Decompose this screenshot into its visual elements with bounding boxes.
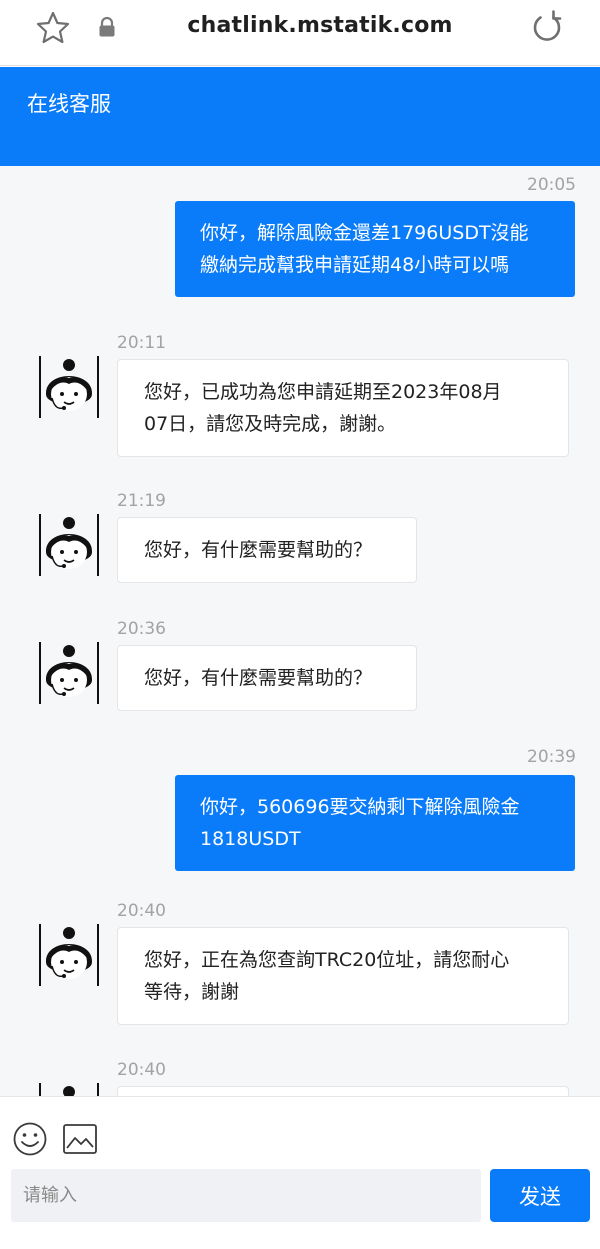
agent-avatar [39, 514, 99, 576]
message-line: 你好，解除風險金還差1796USDT沒能 [200, 222, 529, 244]
message-input[interactable] [11, 1169, 481, 1222]
message-bubble: 您好，有什麼需要幫助的？ [117, 517, 417, 583]
image-icon[interactable] [62, 1123, 98, 1155]
star-icon[interactable] [34, 9, 72, 47]
chat-area[interactable]: 20:05 你好，解除風險金還差1796USDT沒能 繳納完成幫我申請延期48小… [0, 166, 600, 1096]
agent-avatar [39, 356, 99, 418]
message-bubble: 你好，560696要交納剩下解除風險金 1818USDT [175, 775, 575, 871]
message-bubble: 您好，正在為您查詢TRC20位址，請您耐心 等待，謝謝 [117, 927, 569, 1025]
message-time: 20:11 [117, 333, 166, 353]
message-time: 20:40 [117, 901, 166, 921]
app-header: 在线客服 [0, 67, 600, 166]
message-bubble: 您好，已成功為您申請延期至2023年08月 07日，請您及時完成，謝謝。 [117, 359, 569, 457]
message-bubble [117, 1086, 569, 1096]
emoji-icon[interactable] [12, 1121, 48, 1157]
message-time: 20:39 [527, 747, 576, 767]
message-time: 21:19 [117, 491, 166, 511]
message-time: 20:36 [117, 619, 166, 639]
agent-avatar [39, 1083, 99, 1096]
agent-avatar [39, 924, 99, 986]
composer-toolbar: 发送 [0, 1096, 600, 1249]
message-bubble: 你好，解除風險金還差1796USDT沒能 繳納完成幫我申請延期48小時可以嗎 [175, 201, 575, 297]
lock-icon [99, 16, 115, 37]
message-bubble: 您好，有什麼需要幫助的？ [117, 645, 417, 711]
url-text[interactable]: chatlink.mstatik.com [120, 13, 520, 38]
page-title: 在线客服 [27, 92, 111, 116]
reload-icon[interactable] [528, 8, 566, 46]
message-line: 繳納完成幫我申請延期48小時可以嗎 [200, 254, 510, 276]
message-line: 07日，請您及時完成，謝謝。 [144, 413, 397, 435]
send-button[interactable]: 发送 [490, 1169, 590, 1222]
message-line: 您好，有什麼需要幫助的？ [144, 539, 373, 561]
message-line: 1818USDT [200, 828, 301, 850]
message-line: 您好，正在為您查詢TRC20位址，請您耐心 [144, 949, 510, 971]
message-time: 20:05 [527, 175, 576, 195]
agent-avatar [39, 642, 99, 704]
message-line: 等待，謝謝 [144, 981, 240, 1003]
message-time: 20:40 [117, 1060, 166, 1080]
message-line: 你好，560696要交納剩下解除風險金 [200, 796, 520, 818]
message-line: 您好，有什麼需要幫助的？ [144, 667, 373, 689]
message-line: 您好，已成功為您申請延期至2023年08月 [144, 381, 502, 403]
browser-bar: chatlink.mstatik.com [0, 0, 600, 66]
